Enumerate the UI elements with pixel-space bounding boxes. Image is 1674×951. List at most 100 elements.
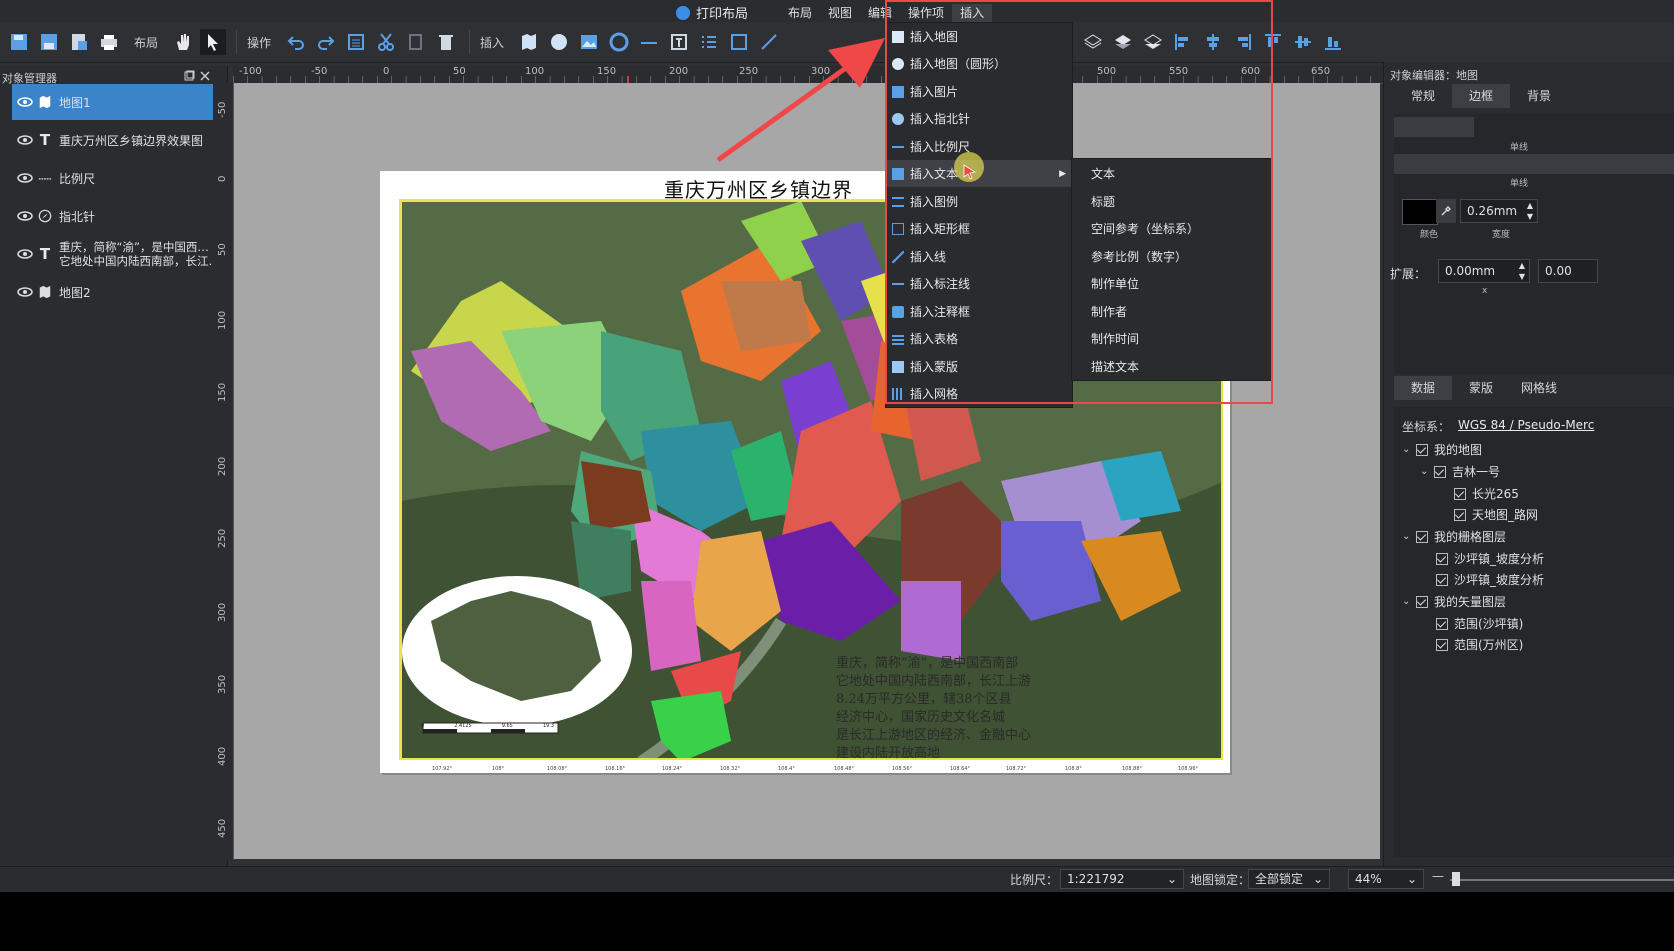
layer-checkbox[interactable] xyxy=(1436,638,1448,651)
ruler-label: 250 xyxy=(217,528,228,548)
insert-north-arrow-icon[interactable] xyxy=(606,29,632,55)
zoom-slider-handle[interactable] xyxy=(1452,872,1460,886)
map-lock-select[interactable]: 全部锁定 ⌄ xyxy=(1248,869,1330,889)
pan-hand-icon[interactable] xyxy=(170,29,196,55)
layer-checkbox[interactable] xyxy=(1416,530,1428,543)
chevron-down-icon[interactable]: ⌄ xyxy=(1402,531,1410,542)
save-icon[interactable] xyxy=(6,29,32,55)
layer-name: 地图1 xyxy=(59,95,91,110)
select-all-icon[interactable] xyxy=(343,29,369,55)
layer-row-scalebar[interactable]: 比例尺 xyxy=(12,160,226,196)
layer-checkbox[interactable] xyxy=(1416,595,1428,608)
description-line: 8.24万平方公里，辖38个区县 xyxy=(836,692,1012,707)
visibility-eye-icon[interactable] xyxy=(17,211,33,221)
object-manager-header: 对象管理器 xyxy=(0,66,227,86)
annotation-highlight-box xyxy=(885,0,1273,404)
text-layer-icon: T xyxy=(39,245,51,263)
chevron-down-icon[interactable]: ⌄ xyxy=(1420,466,1428,477)
line-style-none[interactable] xyxy=(1394,117,1474,137)
layer-checkbox[interactable] xyxy=(1454,487,1466,500)
coord-label: 108.88° xyxy=(1122,766,1142,772)
insert-text-icon[interactable] xyxy=(666,29,692,55)
layer-row-title-text[interactable]: T 重庆万州区乡镇边界效果图 xyxy=(12,122,226,158)
float-panel-icon[interactable] xyxy=(183,70,195,82)
coord-label: 107.92° xyxy=(432,766,452,772)
print-icon[interactable] xyxy=(96,29,122,55)
cut-icon[interactable] xyxy=(373,29,399,55)
tab-data[interactable]: 数据 xyxy=(1394,376,1452,400)
border-color-swatch[interactable] xyxy=(1402,199,1438,225)
close-panel-icon[interactable] xyxy=(199,70,211,82)
crs-value[interactable]: WGS 84 / Pseudo-Merc xyxy=(1458,418,1594,432)
visibility-eye-icon[interactable] xyxy=(17,287,33,297)
insert-image-icon[interactable] xyxy=(576,29,602,55)
layer-name-multiline: 重庆，简称“渝”，是中国西… 它地处中国内陆西南部，长江… xyxy=(59,240,220,268)
copy-icon[interactable] xyxy=(403,29,429,55)
tree-node-slope-analysis-2[interactable]: 沙坪镇_坡度分析 xyxy=(1436,571,1544,588)
layer-row-map1[interactable]: 地图1 xyxy=(12,84,226,120)
insert-map-icon[interactable] xyxy=(516,29,542,55)
select-pointer-icon[interactable] xyxy=(200,29,227,55)
scale-select[interactable]: 1:221792 ⌄ xyxy=(1060,869,1184,889)
visibility-eye-icon[interactable] xyxy=(17,135,33,145)
undo-icon[interactable] xyxy=(283,29,309,55)
map-layer-icon xyxy=(37,94,53,110)
layer-checkbox[interactable] xyxy=(1434,465,1446,478)
extend-x-input[interactable]: 0.00mm ▲ ▼ xyxy=(1438,259,1530,283)
description-line: 重庆，简称“渝”，是中国西南部 xyxy=(836,656,1019,671)
align-bottom-icon[interactable] xyxy=(1320,29,1346,55)
tree-node-jilin1[interactable]: ⌄ 吉林一号 xyxy=(1420,463,1500,480)
coord-label: 108.64° xyxy=(950,766,970,772)
tree-node-tianditu-road[interactable]: 天地图_路网 xyxy=(1454,506,1538,523)
tree-node-raster-layers[interactable]: ⌄ 我的栅格图层 xyxy=(1402,528,1506,545)
spinner-icon[interactable]: ▲ ▼ xyxy=(1519,260,1525,282)
zoom-select[interactable]: 44% ⌄ xyxy=(1348,869,1424,889)
chevron-down-icon[interactable]: ⌄ xyxy=(1402,444,1410,455)
tree-node-vector-layers[interactable]: ⌄ 我的矢量图层 xyxy=(1402,593,1506,610)
align-middle-icon[interactable] xyxy=(1290,29,1316,55)
ruler-label: 50 xyxy=(217,243,228,256)
border-width-input[interactable]: 0.26mm ▲ ▼ xyxy=(1460,199,1538,223)
chevron-down-icon[interactable]: ⌄ xyxy=(1402,596,1410,607)
layer-checkbox[interactable] xyxy=(1416,443,1428,456)
tree-node-wanzhou-extent[interactable]: 范围(万州区) xyxy=(1436,636,1523,653)
layer-checkbox[interactable] xyxy=(1436,552,1448,565)
tab-gridlines[interactable]: 网格线 xyxy=(1510,376,1568,400)
ruler-label: -50 xyxy=(217,101,228,118)
save-as-icon[interactable] xyxy=(36,29,62,55)
ruler-label: 100 xyxy=(217,310,228,330)
tab-mask[interactable]: 蒙版 xyxy=(1452,376,1510,400)
layer-row-map2[interactable]: 地图2 xyxy=(12,274,226,310)
description-text-box[interactable]: 重庆，简称“渝”，是中国西南部 它地处中国内陆西南部，长江上游 8.24万平方公… xyxy=(836,655,1216,763)
layer-row-description-text[interactable]: T 重庆，简称“渝”，是中国西… 它地处中国内陆西南部，长江… xyxy=(12,236,226,272)
visibility-eye-icon[interactable] xyxy=(17,173,33,183)
zoom-out-icon[interactable]: — xyxy=(1432,869,1444,883)
layer-checkbox[interactable] xyxy=(1436,617,1448,630)
ruler-label: 350 xyxy=(217,674,228,694)
visibility-eye-icon[interactable] xyxy=(17,97,33,107)
tree-node-slope-analysis[interactable]: 沙坪镇_坡度分析 xyxy=(1436,550,1544,567)
spinner-icon[interactable]: ▲ ▼ xyxy=(1527,200,1533,222)
tree-node-shaping-extent[interactable]: 范围(沙坪镇) xyxy=(1436,615,1523,632)
bottom-black-bar xyxy=(0,892,1674,951)
eyedropper-icon[interactable] xyxy=(1436,199,1456,223)
insert-round-map-icon[interactable] xyxy=(546,29,572,55)
layer-name: 比例尺 xyxy=(59,171,96,186)
export-icon[interactable] xyxy=(66,29,92,55)
zoom-slider-track[interactable] xyxy=(1450,879,1674,881)
line-style-single[interactable] xyxy=(1394,154,1674,174)
extend-y-input[interactable]: 0.00 xyxy=(1538,259,1598,283)
delete-icon[interactable] xyxy=(433,29,459,55)
redo-icon[interactable] xyxy=(313,29,339,55)
tab-background[interactable]: 背景 xyxy=(1510,84,1568,108)
tree-node-changguang265[interactable]: 长光265 xyxy=(1454,485,1519,502)
width-label: 宽度 xyxy=(1492,230,1511,240)
insert-scalebar-icon[interactable] xyxy=(636,29,662,55)
tab-general[interactable]: 常规 xyxy=(1394,84,1452,108)
layer-checkbox[interactable] xyxy=(1436,573,1448,586)
visibility-eye-icon[interactable] xyxy=(17,249,33,259)
tree-node-my-map[interactable]: ⌄ 我的地图 xyxy=(1402,441,1482,458)
layer-checkbox[interactable] xyxy=(1454,508,1466,521)
tab-border[interactable]: 边框 xyxy=(1452,84,1510,108)
layer-row-north-arrow[interactable]: 指北针 xyxy=(12,198,226,234)
